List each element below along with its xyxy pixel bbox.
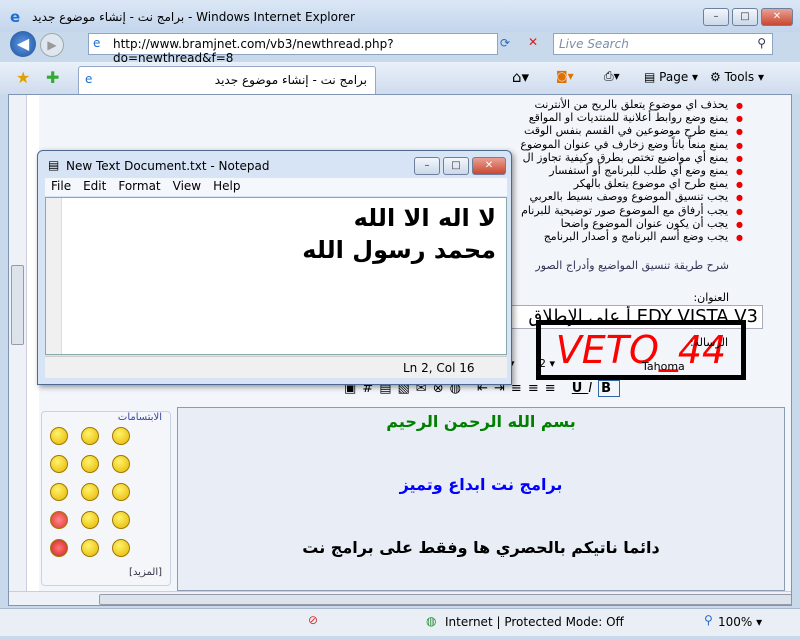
stop-icon[interactable]: ✕: [528, 35, 538, 49]
smiley-icon[interactable]: [50, 483, 68, 501]
smiley-icon[interactable]: [50, 455, 68, 473]
angry-smiley-icon[interactable]: [50, 511, 68, 529]
print-icon[interactable]: ⎙▾: [604, 69, 620, 84]
hscroll-thumb[interactable]: [99, 594, 791, 605]
tools-label: Tools: [724, 70, 755, 84]
watermark-logo: VETO_44: [536, 320, 746, 380]
editor-line: برامج نت ابداع وتميز: [399, 475, 563, 494]
search-placeholder: Live Search: [559, 37, 629, 51]
search-icon[interactable]: ⚲: [757, 36, 766, 50]
back-button[interactable]: ◀: [10, 31, 36, 57]
home-icon[interactable]: ⌂▾: [512, 68, 529, 86]
page-label: Page: [659, 70, 689, 84]
zoom-icon: ⚲: [704, 613, 713, 627]
notepad-window: ▤ New Text Document.txt - Notepad – □ ✕ …: [37, 150, 512, 385]
notepad-title: New Text Document.txt - Notepad: [66, 159, 270, 173]
scroll-thumb[interactable]: [11, 265, 24, 345]
rule-item: يجب وضع أسم البرنامج و أصدار البرنامج: [520, 230, 743, 244]
globe-icon: ◍: [426, 614, 437, 628]
menu-edit[interactable]: Edit: [83, 179, 106, 193]
smiley-icon[interactable]: [81, 539, 99, 557]
align-left-icon[interactable]: ≡: [511, 381, 528, 396]
security-zone[interactable]: Internet | Protected Mode: Off: [445, 615, 624, 629]
smilies-title: الابتسامات: [117, 412, 162, 423]
smiley-icon[interactable]: [81, 483, 99, 501]
smiley-icon[interactable]: [81, 511, 99, 529]
page-icon: e: [93, 36, 101, 50]
more-smilies-link[interactable]: [المزيد]: [42, 567, 170, 578]
rules-link[interactable]: شرح طريقة تنسيق المواضيع وأدراج الصور: [535, 259, 729, 272]
rule-item: يجب تنسيق الموضوع ووصف بسيط بالعربي: [520, 191, 743, 204]
notepad-icon: ▤: [48, 158, 60, 172]
menu-file[interactable]: File: [51, 179, 71, 193]
smiley-icon[interactable]: [81, 427, 99, 445]
url-text: http://www.bramjnet.com/vb3/newthread.ph…: [113, 37, 394, 65]
notepad-maximize-button[interactable]: □: [443, 157, 469, 175]
notepad-statusbar: Ln 2, Col 16: [45, 356, 507, 378]
tab-label: برامج نت - إنشاء موضوع جديد: [214, 73, 367, 87]
zoom-level[interactable]: 100% ▾: [718, 615, 762, 629]
smilies-grid: [42, 423, 170, 567]
title-label: العنوان:: [693, 291, 729, 304]
title-bar: e برامج نت - إنشاء موضوع جديد - Windows …: [0, 0, 800, 32]
cursor-position: Ln 2, Col 16: [403, 361, 475, 375]
smiley-icon[interactable]: [50, 427, 68, 445]
smilies-panel: الابتسامات [المزيد]: [41, 411, 171, 586]
rule-item: يمنع طرح موضوعين في القسم بنفس الوقت: [520, 125, 743, 138]
underline-button[interactable]: U: [572, 381, 589, 396]
add-favorites-icon[interactable]: ✚: [46, 68, 59, 87]
menu-help[interactable]: Help: [213, 179, 240, 193]
rule-item: يمنع منعاً باتاً وضع زخارف في عنوان المو…: [520, 138, 743, 152]
ie-logo-icon: e: [10, 8, 21, 26]
vertical-scrollbar[interactable]: [9, 95, 27, 591]
notepad-line: لا اله الا الله: [353, 204, 496, 232]
smiley-icon[interactable]: [112, 511, 130, 529]
rule-item: يجب أرفاق مع الموضوع صور توضيحية للبرنام: [520, 204, 743, 218]
page-menu[interactable]: ▤ Page ▾: [644, 70, 698, 84]
search-input[interactable]: Live Search ⚲: [553, 33, 773, 55]
notepad-scrollbar[interactable]: [46, 198, 62, 354]
popup-blocked-icon[interactable]: ⊘: [308, 613, 318, 627]
browser-tab[interactable]: e برامج نت - إنشاء موضوع جديد: [78, 66, 376, 94]
notepad-line: محمد رسول الله: [302, 236, 496, 264]
editor-line: دائما ناتيكم بالحصري ها وفقط على برامج ن…: [302, 538, 660, 557]
horizontal-scrollbar[interactable]: [9, 591, 791, 605]
tab-ie-icon: e: [85, 72, 93, 86]
menu-format[interactable]: Format: [118, 179, 160, 193]
window-title: برامج نت - إنشاء موضوع جديد - Windows In…: [32, 10, 355, 24]
feeds-icon[interactable]: ◙▾: [556, 69, 574, 83]
favorites-star-icon[interactable]: ★: [16, 68, 30, 87]
align-right-icon[interactable]: ≡: [545, 381, 562, 396]
tools-menu[interactable]: ⚙ Tools ▾: [710, 70, 764, 84]
angry-smiley-icon[interactable]: [50, 539, 68, 557]
zoom-value: 100%: [718, 615, 753, 629]
notepad-minimize-button[interactable]: –: [414, 157, 440, 175]
message-label: الرسالة:: [690, 336, 729, 349]
rules-list: يحذف اي موضوع يتعلق بالربح من الأنترنتيم…: [520, 98, 743, 244]
smiley-icon[interactable]: [112, 455, 130, 473]
status-bar: ⊘ ◍ Internet | Protected Mode: Off ⚲ 100…: [0, 608, 800, 636]
forward-button[interactable]: ▶: [40, 33, 64, 57]
message-editor[interactable]: بسم الله الرحمن الرحيم برامج نت ابداع وت…: [177, 407, 785, 591]
close-button[interactable]: ✕: [761, 8, 793, 26]
font-name-select[interactable]: Tahoma: [642, 360, 685, 373]
address-bar[interactable]: e http://www.bramjnet.com/vb3/newthread.p…: [88, 33, 498, 65]
refresh-icon[interactable]: ⟳: [500, 36, 510, 50]
smiley-icon[interactable]: [112, 539, 130, 557]
menu-view[interactable]: View: [173, 179, 201, 193]
maximize-button[interactable]: □: [732, 8, 758, 26]
notepad-text-area[interactable]: لا اله الا الله محمد رسول الله: [45, 197, 507, 355]
bold-button[interactable]: B: [598, 380, 621, 397]
smiley-icon[interactable]: [112, 427, 130, 445]
italic-button[interactable]: I: [588, 381, 598, 396]
notepad-menubar: File Edit Format View Help: [45, 178, 507, 196]
minimize-button[interactable]: –: [703, 8, 729, 26]
smiley-icon[interactable]: [81, 455, 99, 473]
smiley-icon[interactable]: [112, 483, 130, 501]
notepad-close-button[interactable]: ✕: [472, 157, 506, 175]
align-center-icon[interactable]: ≡: [528, 381, 545, 396]
editor-line: بسم الله الرحمن الرحيم: [386, 412, 576, 431]
